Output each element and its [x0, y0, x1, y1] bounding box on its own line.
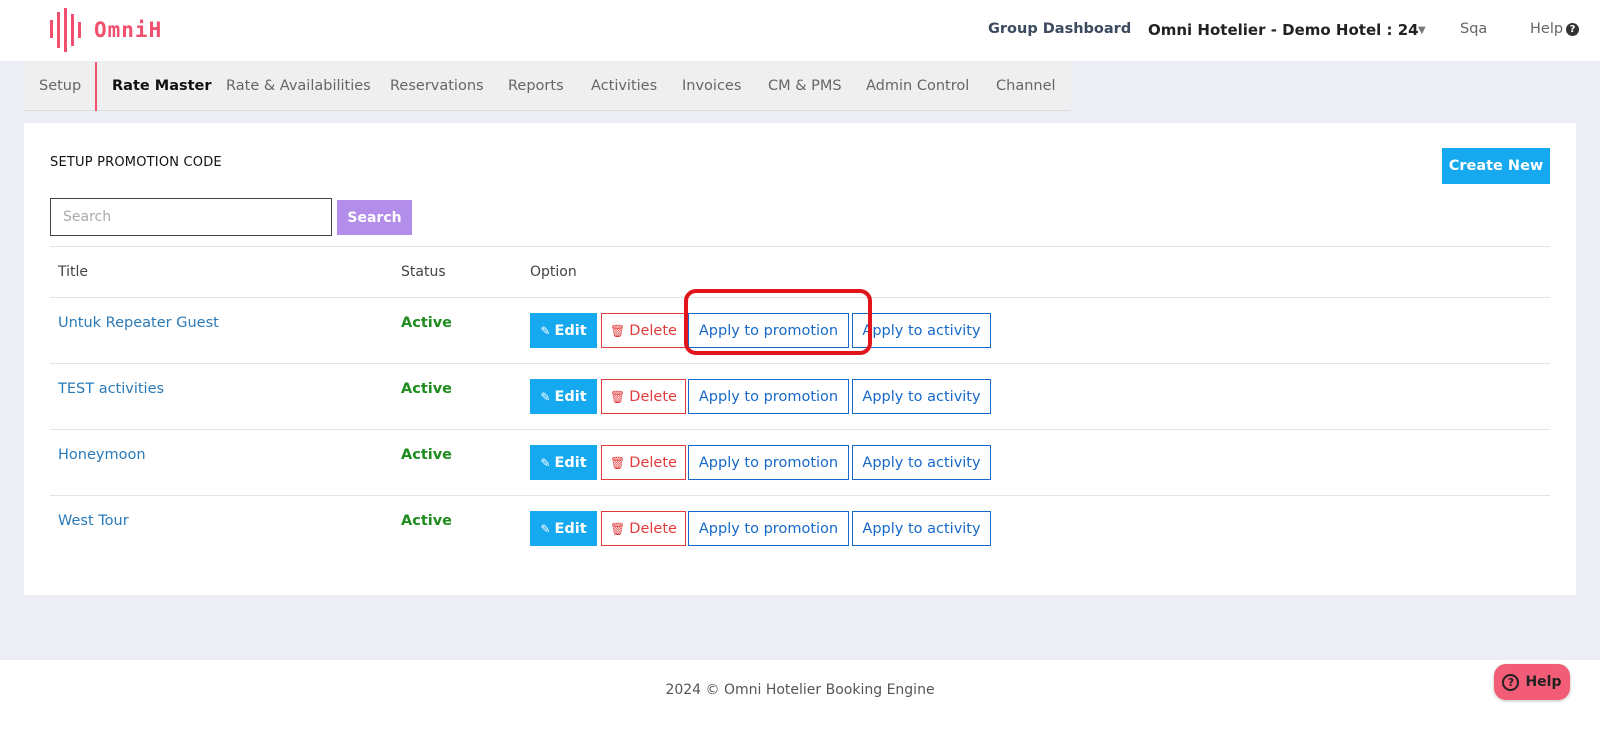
delete-button[interactable]: 🗑 Delete	[601, 445, 686, 480]
promo-title-link[interactable]: Honeymoon	[58, 447, 146, 463]
delete-label: Delete	[629, 322, 677, 339]
apply-to-activity-button[interactable]: Apply to activity	[852, 511, 991, 546]
delete-label: Delete	[629, 454, 677, 471]
apply-to-promotion-button[interactable]: Apply to promotion	[688, 445, 849, 480]
edit-label: Edit	[554, 322, 587, 339]
apply-to-activity-button[interactable]: Apply to activity	[852, 313, 991, 348]
help-label: Help	[1530, 21, 1564, 37]
table-row: TEST activities Active ✎ Edit 🗑 Delete App…	[50, 364, 1550, 430]
delete-label: Delete	[629, 388, 677, 405]
logo-text: OmniH	[94, 18, 163, 42]
edit-label: Edit	[554, 520, 587, 537]
apply-to-activity-button[interactable]: Apply to activity	[852, 445, 991, 480]
apply-to-activity-button[interactable]: Apply to activity	[852, 379, 991, 414]
delete-button[interactable]: 🗑 Delete	[601, 379, 686, 414]
nav-channel[interactable]: Channel	[996, 62, 1056, 111]
column-option: Option	[530, 264, 577, 280]
edit-button[interactable]: ✎ Edit	[530, 379, 597, 414]
status-badge: Active	[401, 513, 453, 529]
table-row: West Tour Active ✎ Edit 🗑 Delete Apply to …	[50, 496, 1550, 562]
apply-to-promotion-button[interactable]: Apply to promotion	[688, 379, 849, 414]
group-dashboard-link[interactable]: Group Dashboard	[988, 21, 1131, 37]
hotel-selector[interactable]: Omni Hotelier - Demo Hotel : 24	[1148, 21, 1419, 39]
logo-bars-icon	[50, 8, 81, 52]
trash-icon: 🗑	[610, 455, 626, 470]
trash-icon: 🗑	[610, 521, 626, 536]
table-header: Title Status Option	[50, 246, 1550, 298]
pencil-icon: ✎	[540, 521, 551, 536]
delete-button[interactable]: 🗑 Delete	[601, 511, 686, 546]
pencil-icon: ✎	[540, 389, 551, 404]
apply-to-promotion-button[interactable]: Apply to promotion	[688, 511, 849, 546]
create-new-button[interactable]: Create New	[1442, 148, 1550, 184]
nav-invoices[interactable]: Invoices	[682, 62, 741, 111]
help-link[interactable]: Help ?	[1530, 21, 1580, 37]
search-button[interactable]: Search	[337, 200, 412, 235]
search-input[interactable]	[50, 198, 332, 236]
promotion-code-card: SETUP PROMOTION CODE Create New Search T…	[24, 123, 1576, 595]
nav-activities[interactable]: Activities	[591, 62, 657, 111]
pencil-icon: ✎	[540, 323, 551, 338]
table-row: Honeymoon Active ✎ Edit 🗑 Delete Apply to …	[50, 430, 1550, 496]
user-menu[interactable]: Sqa	[1460, 21, 1487, 37]
delete-label: Delete	[629, 520, 677, 537]
brand-logo[interactable]: OmniH	[48, 6, 162, 54]
column-title: Title	[58, 264, 89, 280]
nav-admin-control[interactable]: Admin Control	[866, 62, 969, 111]
nav-cm-pms[interactable]: CM & PMS	[768, 62, 842, 111]
apply-to-promotion-button[interactable]: Apply to promotion	[688, 313, 849, 348]
promo-title-link[interactable]: Untuk Repeater Guest	[58, 315, 219, 331]
page-title: SETUP PROMOTION CODE	[50, 155, 222, 170]
footer-copyright: 2024 © Omni Hotelier Booking Engine	[665, 682, 935, 698]
main-nav: Setup Rate Master Rate & Availabilities …	[24, 62, 1070, 111]
chevron-down-icon[interactable]: ▼	[1418, 25, 1426, 36]
page-footer: 2024 © Omni Hotelier Booking Engine	[0, 660, 1600, 733]
promo-title-link[interactable]: TEST activities	[58, 381, 164, 397]
status-badge: Active	[401, 447, 453, 463]
status-badge: Active	[401, 381, 453, 397]
status-badge: Active	[401, 315, 453, 331]
nav-rate-availabilities[interactable]: Rate & Availabilities	[226, 62, 371, 111]
table-row: Untuk Repeater Guest Active ✎ Edit 🗑 Delet…	[50, 298, 1550, 364]
floating-help-button[interactable]: ? Help	[1494, 664, 1570, 700]
top-header: OmniH Group Dashboard Omni Hotelier - De…	[0, 0, 1600, 61]
promotion-table: Title Status Option Untuk Repeater Guest…	[50, 246, 1550, 562]
nav-setup[interactable]: Setup	[39, 62, 81, 111]
delete-button[interactable]: 🗑 Delete	[601, 313, 686, 348]
edit-button[interactable]: ✎ Edit	[530, 511, 597, 546]
edit-button[interactable]: ✎ Edit	[530, 445, 597, 480]
edit-button[interactable]: ✎ Edit	[530, 313, 597, 348]
promo-title-link[interactable]: West Tour	[58, 513, 129, 529]
question-icon: ?	[1502, 673, 1520, 691]
nav-rate-master[interactable]: Rate Master	[112, 62, 212, 111]
trash-icon: 🗑	[610, 323, 626, 338]
question-icon: ?	[1566, 22, 1580, 36]
nav-reports[interactable]: Reports	[508, 62, 564, 111]
edit-label: Edit	[554, 454, 587, 471]
pencil-icon: ✎	[540, 455, 551, 470]
nav-active-divider	[95, 62, 97, 111]
nav-reservations[interactable]: Reservations	[390, 62, 484, 111]
help-float-label: Help	[1525, 674, 1562, 690]
edit-label: Edit	[554, 388, 587, 405]
column-status: Status	[401, 264, 446, 280]
trash-icon: 🗑	[610, 389, 626, 404]
